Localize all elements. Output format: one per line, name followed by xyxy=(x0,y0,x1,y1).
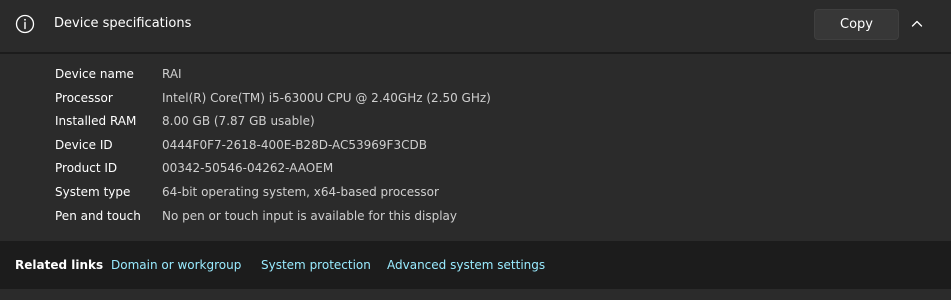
related-links-bar: Related links Domain or workgroup System… xyxy=(0,241,951,289)
spec-value: Intel(R) Core(TM) i5-6300U CPU @ 2.40GHz… xyxy=(162,91,491,105)
spec-label: Processor xyxy=(55,91,113,105)
next-card-edge xyxy=(0,289,951,300)
device-specifications-card: Device specifications Copy Device name R… xyxy=(0,0,951,241)
info-circle-icon xyxy=(15,14,35,34)
spec-value: 00342-50546-04262-AAOEM xyxy=(162,161,334,175)
device-specifications-header[interactable]: Device specifications Copy xyxy=(0,0,951,54)
spec-row-pen-and-touch: Pen and touch No pen or touch input is a… xyxy=(0,206,951,226)
copy-button[interactable]: Copy xyxy=(814,9,899,40)
domain-or-workgroup-link[interactable]: Domain or workgroup xyxy=(111,256,241,274)
advanced-system-settings-link[interactable]: Advanced system settings xyxy=(387,256,545,274)
spec-value: 0444F0F7-2618-400E-B28D-AC53969F3CDB xyxy=(162,138,427,152)
spec-label: Device name xyxy=(55,67,134,81)
spec-label: Device ID xyxy=(55,138,113,152)
spec-value: 8.00 GB (7.87 GB usable) xyxy=(162,114,315,128)
spec-row-device-id: Device ID 0444F0F7-2618-400E-B28D-AC5396… xyxy=(0,135,951,155)
system-protection-link[interactable]: System protection xyxy=(261,256,371,274)
spec-value: No pen or touch input is available for t… xyxy=(162,209,458,223)
spec-row-product-id: Product ID 00342-50546-04262-AAOEM xyxy=(0,158,951,178)
related-links-label: Related links xyxy=(15,258,104,272)
spec-label: Product ID xyxy=(55,161,118,175)
spec-row-device-name: Device name RAI xyxy=(0,64,951,84)
spec-value: 64-bit operating system, x64-based proce… xyxy=(162,185,439,199)
spec-row-processor: Processor Intel(R) Core(TM) i5-6300U CPU… xyxy=(0,88,951,108)
chevron-up-icon[interactable] xyxy=(910,17,924,31)
spec-value: RAI xyxy=(162,67,182,81)
spec-label: Installed RAM xyxy=(55,114,137,128)
spec-label: Pen and touch xyxy=(55,209,141,223)
spec-row-system-type: System type 64-bit operating system, x64… xyxy=(0,182,951,202)
section-title: Device specifications xyxy=(54,16,192,31)
spec-label: System type xyxy=(55,185,131,199)
spec-row-installed-ram: Installed RAM 8.00 GB (7.87 GB usable) xyxy=(0,111,951,131)
